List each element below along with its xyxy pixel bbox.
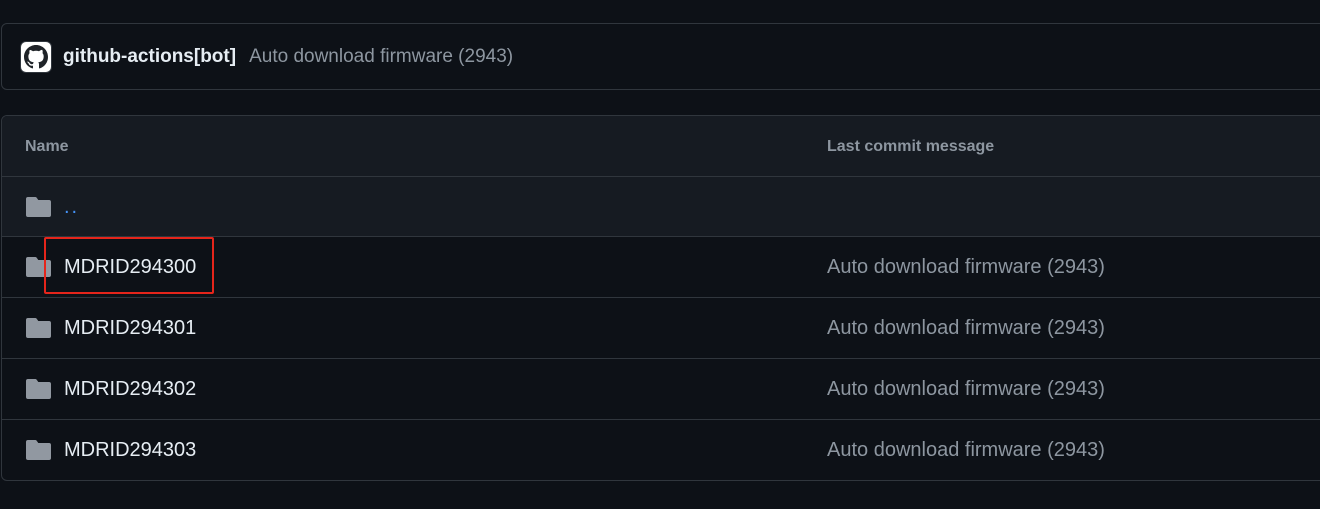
table-row[interactable]: MDRID294303 Auto download firmware (2943… (2, 420, 1320, 480)
table-header: Name Last commit message (2, 116, 1320, 177)
commit-message-link[interactable]: Auto download firmware (2943) (827, 298, 1105, 358)
folder-icon (26, 257, 51, 277)
folder-link[interactable]: MDRID294300 (64, 237, 196, 297)
folder-icon (26, 318, 51, 338)
folder-link[interactable]: MDRID294301 (64, 298, 196, 358)
folder-link[interactable]: MDRID294303 (64, 420, 196, 480)
commit-message-link[interactable]: Auto download firmware (2943) (827, 420, 1105, 480)
commit-message-link[interactable]: Auto download firmware (2943) (827, 359, 1105, 419)
parent-directory-row[interactable]: .. (2, 177, 1320, 237)
folder-link[interactable]: MDRID294302 (64, 359, 196, 419)
column-header-last-commit-message: Last commit message (827, 138, 995, 155)
commit-author-link[interactable]: github-actions[bot] (63, 46, 236, 68)
file-table: Name Last commit message .. MDRID294300 … (1, 115, 1320, 481)
parent-directory-link[interactable]: .. (64, 177, 79, 237)
latest-commit-bar: github-actions[bot] Auto download firmwa… (1, 23, 1320, 90)
table-row[interactable]: MDRID294301 Auto download firmware (2943… (2, 298, 1320, 359)
folder-icon (26, 440, 51, 460)
table-row[interactable]: MDRID294300 Auto download firmware (2943… (2, 237, 1320, 298)
commit-message-link[interactable]: Auto download firmware (2943) (249, 46, 513, 68)
commit-message-link[interactable]: Auto download firmware (2943) (827, 237, 1105, 297)
table-row[interactable]: MDRID294302 Auto download firmware (2943… (2, 359, 1320, 420)
folder-icon (26, 379, 51, 399)
folder-icon (26, 196, 51, 217)
github-mark-icon[interactable] (20, 40, 52, 73)
column-header-name: Name (25, 138, 69, 155)
